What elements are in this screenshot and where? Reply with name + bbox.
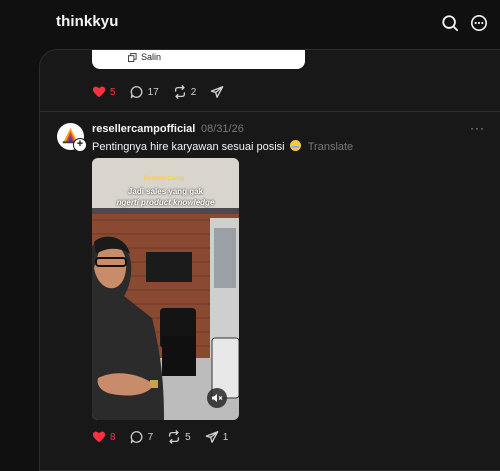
like-count: 5 xyxy=(110,86,116,98)
feed-panel: Salin 5 17 2 + resellercampofficial 08/3… xyxy=(39,49,500,471)
like-button[interactable]: 5 xyxy=(92,85,116,99)
share-button[interactable] xyxy=(210,85,228,99)
comment-button[interactable]: 17 xyxy=(130,85,159,99)
copy-icon xyxy=(128,52,137,62)
video-caption-line1: Jadi sales yang gak xyxy=(127,187,204,196)
crying-emoji-icon xyxy=(289,140,301,151)
follow-plus-icon[interactable]: + xyxy=(73,138,87,152)
comment-icon xyxy=(130,86,142,99)
previous-post-media[interactable]: Salin xyxy=(92,50,305,69)
top-bar: thinkkyu xyxy=(0,0,500,48)
username[interactable]: resellercampofficial xyxy=(92,123,195,135)
video-caption-line2: ngerti product knowledge xyxy=(116,198,215,207)
heart-filled-icon xyxy=(92,431,106,443)
post-actions: 8 7 5 1 xyxy=(92,430,242,444)
share-icon xyxy=(205,431,219,443)
comment-count: 7 xyxy=(147,431,154,443)
post-divider xyxy=(40,111,500,112)
repost-icon xyxy=(169,430,180,444)
heart-filled-icon xyxy=(92,86,106,98)
like-button[interactable]: 8 xyxy=(92,430,116,444)
search-icon[interactable] xyxy=(441,14,459,32)
video-caption: Jadi sales yang gak ngerti product knowl… xyxy=(92,186,239,208)
translate-link[interactable]: Translate xyxy=(308,141,353,153)
more-options-icon[interactable] xyxy=(470,14,488,32)
post-caption: Pentingnya hire karyawan sesuai posisi xyxy=(92,141,285,153)
copy-button[interactable]: Salin xyxy=(128,52,161,62)
speaker-muted-icon xyxy=(212,394,223,402)
repost-icon xyxy=(174,85,185,99)
timestamp: 08/31/26 xyxy=(201,123,244,135)
comment-button[interactable]: 7 xyxy=(130,430,154,444)
share-count: 1 xyxy=(222,431,229,443)
repost-button[interactable]: 2 xyxy=(173,85,197,99)
comment-icon xyxy=(130,431,142,444)
share-icon xyxy=(210,86,224,98)
post-text: Pentingnya hire karyawan sesuai posisi T… xyxy=(92,140,353,153)
post-video[interactable]: ResellerCamp Jadi sales yang gak ngerti … xyxy=(92,158,239,420)
mute-button[interactable] xyxy=(207,388,227,408)
post-more-icon[interactable]: ··· xyxy=(470,121,485,135)
app-title: thinkkyu xyxy=(56,13,119,30)
previous-post-actions: 5 17 2 xyxy=(92,85,242,99)
copy-label: Salin xyxy=(141,52,162,62)
video-brand: ResellerCamp xyxy=(144,176,185,182)
repost-button[interactable]: 5 xyxy=(167,430,191,444)
share-button[interactable]: 1 xyxy=(205,430,229,444)
comment-count: 17 xyxy=(147,86,159,98)
repost-count: 5 xyxy=(185,431,191,443)
like-count: 8 xyxy=(110,431,116,443)
repost-count: 2 xyxy=(190,86,197,98)
